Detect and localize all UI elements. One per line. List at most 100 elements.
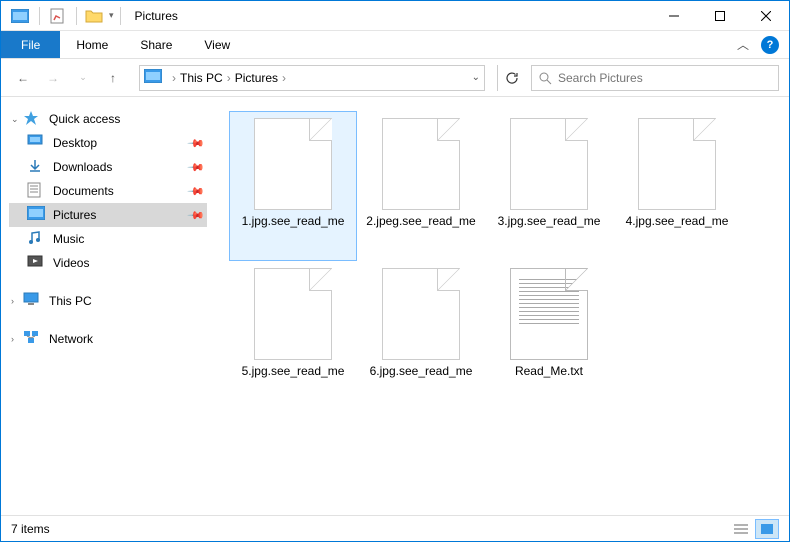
chevron-right-icon[interactable]: › <box>227 71 231 85</box>
ribbon-collapse-icon[interactable]: ︿ <box>737 36 749 53</box>
breadcrumb-pictures[interactable]: Pictures <box>235 71 278 85</box>
properties-icon[interactable] <box>46 5 68 27</box>
pictures-icon <box>27 206 45 224</box>
file-name: 5.jpg.see_read_me <box>240 364 347 380</box>
file-name: 1.jpg.see_read_me <box>240 214 347 230</box>
chevron-right-icon[interactable]: › <box>282 71 286 85</box>
sidebar-quick-access[interactable]: ⌄ Quick access <box>9 107 207 131</box>
file-name: 2.jpeg.see_read_me <box>364 214 477 230</box>
search-icon <box>538 71 552 85</box>
sidebar-item-desktop[interactable]: Desktop 📌 <box>9 131 207 155</box>
desktop-icon <box>27 134 45 152</box>
file-grid[interactable]: 1.jpg.see_read_me 2.jpeg.see_read_me 3.jpg… <box>211 97 789 515</box>
unknown-file-icon <box>510 118 588 210</box>
tab-home[interactable]: Home <box>60 31 124 58</box>
unknown-file-icon <box>638 118 716 210</box>
large-icons-view-button[interactable] <box>755 519 779 539</box>
sidebar-item-label: Music <box>53 232 84 246</box>
unknown-file-icon <box>254 268 332 360</box>
tab-view[interactable]: View <box>188 31 246 58</box>
network-icon <box>23 330 41 348</box>
file-name: 6.jpg.see_read_me <box>368 364 475 380</box>
sidebar-item-label: Downloads <box>53 160 112 174</box>
help-icon[interactable]: ? <box>761 36 779 54</box>
location-icon <box>144 69 162 87</box>
sidebar-network[interactable]: › Network <box>9 327 207 351</box>
qat-dropdown[interactable]: ▾ <box>109 10 114 21</box>
star-icon <box>23 110 41 128</box>
file-tab[interactable]: File <box>1 31 60 58</box>
explorer-window: ▾ Pictures File Home Share View ︿ ? ← → … <box>0 0 790 542</box>
navigation-bar: ← → ⌄ ↑ › This PC › Pictures › ⌄ <box>1 59 789 97</box>
sidebar-item-label: Videos <box>53 256 89 270</box>
pin-icon: 📌 <box>187 182 206 201</box>
tab-share[interactable]: Share <box>124 31 188 58</box>
close-button[interactable] <box>743 1 789 30</box>
search-box[interactable] <box>531 65 779 91</box>
file-item[interactable]: Read_Me.txt <box>485 261 613 411</box>
file-item[interactable]: 1.jpg.see_read_me <box>229 111 357 261</box>
sidebar-item-downloads[interactable]: Downloads 📌 <box>9 155 207 179</box>
music-icon <box>27 230 45 248</box>
documents-icon <box>27 182 45 200</box>
chevron-right-icon[interactable]: › <box>11 334 14 344</box>
folder-icon[interactable] <box>83 5 105 27</box>
file-item[interactable]: 5.jpg.see_read_me <box>229 261 357 411</box>
address-bar[interactable]: › This PC › Pictures › ⌄ <box>139 65 485 91</box>
unknown-file-icon <box>382 268 460 360</box>
videos-icon <box>27 254 45 272</box>
sidebar-this-pc[interactable]: › This PC <box>9 289 207 313</box>
file-item[interactable]: 6.jpg.see_read_me <box>357 261 485 411</box>
chevron-right-icon[interactable]: › <box>172 71 176 85</box>
sidebar-item-label: Network <box>49 332 93 346</box>
chevron-right-icon[interactable]: › <box>11 296 14 306</box>
file-name: 3.jpg.see_read_me <box>496 214 603 230</box>
file-item[interactable]: 3.jpg.see_read_me <box>485 111 613 261</box>
file-item[interactable]: 2.jpeg.see_read_me <box>357 111 485 261</box>
downloads-icon <box>27 158 45 176</box>
this-pc-icon <box>23 292 41 310</box>
forward-button[interactable]: → <box>41 66 65 90</box>
sidebar-item-videos[interactable]: Videos <box>9 251 207 275</box>
sidebar-item-music[interactable]: Music <box>9 227 207 251</box>
navigation-pane: ⌄ Quick access Desktop📌Downloads📌Documen… <box>1 97 211 515</box>
recent-dropdown[interactable]: ⌄ <box>71 66 95 90</box>
qat-separator <box>39 7 40 25</box>
sidebar-item-documents[interactable]: Documents 📌 <box>9 179 207 203</box>
item-count: 7 items <box>11 522 50 536</box>
file-name: Read_Me.txt <box>513 364 585 380</box>
window-controls <box>651 1 789 30</box>
chevron-down-icon[interactable]: ⌄ <box>11 114 19 125</box>
qat-separator <box>76 7 77 25</box>
pin-icon: 📌 <box>187 206 206 225</box>
sidebar-item-label: Pictures <box>53 208 96 222</box>
sidebar-item-label: Documents <box>53 184 114 198</box>
sidebar-item-pictures[interactable]: Pictures 📌 <box>9 203 207 227</box>
unknown-file-icon <box>382 118 460 210</box>
refresh-button[interactable] <box>497 65 525 91</box>
sidebar-item-label: This PC <box>49 294 92 308</box>
pin-icon: 📌 <box>187 158 206 177</box>
text-file-icon <box>510 268 588 360</box>
qat-separator <box>120 7 121 25</box>
maximize-button[interactable] <box>697 1 743 30</box>
ribbon: File Home Share View ︿ ? <box>1 31 789 59</box>
sidebar-item-label: Quick access <box>49 112 120 126</box>
address-dropdown-icon[interactable]: ⌄ <box>472 72 480 83</box>
titlebar: ▾ Pictures <box>1 1 789 31</box>
status-bar: 7 items <box>1 515 789 541</box>
quick-access-toolbar: ▾ Pictures <box>1 5 178 27</box>
window-title: Pictures <box>135 9 178 23</box>
app-icon <box>9 5 31 27</box>
minimize-button[interactable] <box>651 1 697 30</box>
breadcrumb-this-pc[interactable]: This PC <box>180 71 223 85</box>
unknown-file-icon <box>254 118 332 210</box>
file-name: 4.jpg.see_read_me <box>624 214 731 230</box>
search-input[interactable] <box>558 71 772 85</box>
file-item[interactable]: 4.jpg.see_read_me <box>613 111 741 261</box>
sidebar-item-label: Desktop <box>53 136 97 150</box>
up-button[interactable]: ↑ <box>101 66 125 90</box>
details-view-button[interactable] <box>729 519 753 539</box>
back-button[interactable]: ← <box>11 66 35 90</box>
pin-icon: 📌 <box>187 134 206 153</box>
